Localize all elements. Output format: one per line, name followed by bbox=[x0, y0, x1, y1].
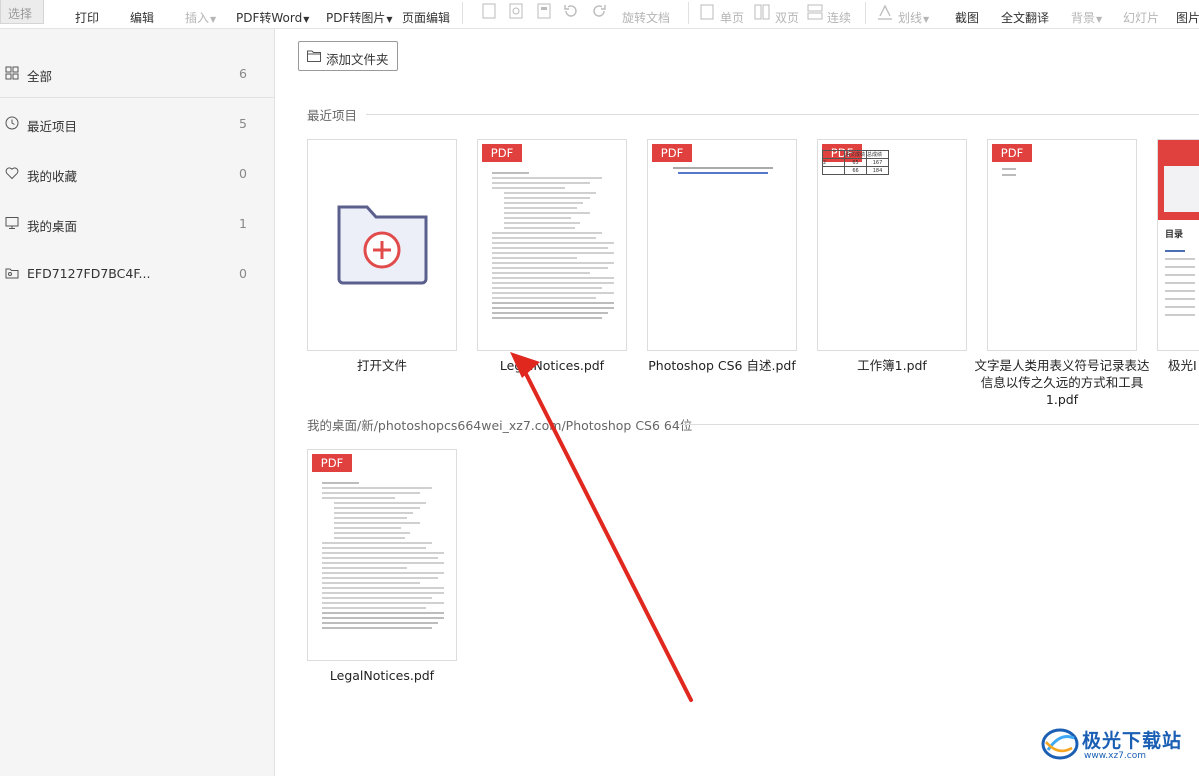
watermark-title: 极光下载站 bbox=[1082, 730, 1183, 752]
watermark-logo: 极光下载站 www.xz7.com bbox=[1040, 724, 1199, 764]
watermark-url: www.xz7.com bbox=[1084, 751, 1146, 761]
annotation-arrow bbox=[510, 352, 693, 702]
aurora-logo-icon bbox=[1041, 728, 1079, 760]
